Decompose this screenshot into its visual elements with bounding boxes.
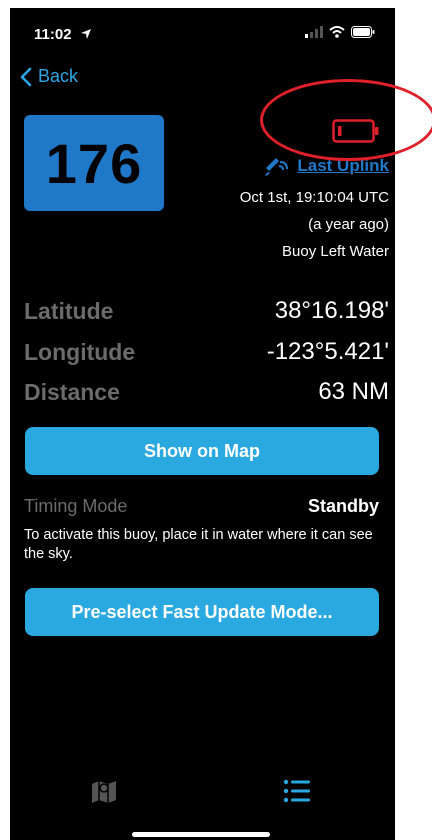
buoy-status: Buoy Left Water <box>282 243 389 260</box>
latitude-label: Latitude <box>24 297 114 324</box>
map-tab[interactable] <box>90 778 118 809</box>
buoy-number-badge: 176 <box>24 115 164 211</box>
latitude-value: 38°16.198' <box>274 297 389 324</box>
status-icons <box>305 26 375 38</box>
distance-label: Distance <box>24 378 120 405</box>
list-tab[interactable] <box>283 778 311 809</box>
uplink-relative-time: (a year ago) <box>308 216 389 233</box>
preselect-fast-update-label: Pre-select Fast Update Mode... <box>71 601 333 622</box>
show-on-map-button[interactable]: Show on Map <box>25 427 379 475</box>
show-on-map-label: Show on Map <box>144 440 260 461</box>
tab-bar <box>10 768 395 824</box>
latitude-row: Latitude 38°16.198' <box>24 297 389 325</box>
uplink-datetime: Oct 1st, 19:10:04 UTC <box>239 189 389 206</box>
timing-mode-value: Standby <box>307 496 379 516</box>
activation-note: To activate this buoy, place it in water… <box>24 527 373 562</box>
battery-icon <box>351 26 375 38</box>
preselect-fast-update-button[interactable]: Pre-select Fast Update Mode... <box>25 588 379 636</box>
wifi-icon <box>329 26 345 38</box>
back-button[interactable]: Back <box>20 66 78 87</box>
location-arrow-icon <box>80 29 91 39</box>
longitude-row: Longitude -123°5.421' <box>24 338 389 366</box>
list-icon <box>283 779 310 803</box>
longitude-label: Longitude <box>24 338 136 365</box>
annotation-ellipse <box>260 79 432 161</box>
cellular-signal-icon <box>305 26 323 38</box>
satellite-icon <box>265 158 289 176</box>
back-label: Back <box>38 66 79 86</box>
map-icon <box>92 781 116 803</box>
status-time: 11:02 <box>34 26 92 43</box>
buoy-number: 176 <box>45 131 143 195</box>
status-time-text: 11:02 <box>34 26 72 43</box>
distance-value: 63 NM <box>318 378 389 405</box>
timing-mode-label: Timing Mode <box>24 496 128 516</box>
home-indicator <box>132 832 270 837</box>
chevron-left-icon <box>20 67 32 86</box>
distance-row: Distance 63 NM <box>24 378 389 406</box>
longitude-value: -123°5.421' <box>266 338 389 365</box>
